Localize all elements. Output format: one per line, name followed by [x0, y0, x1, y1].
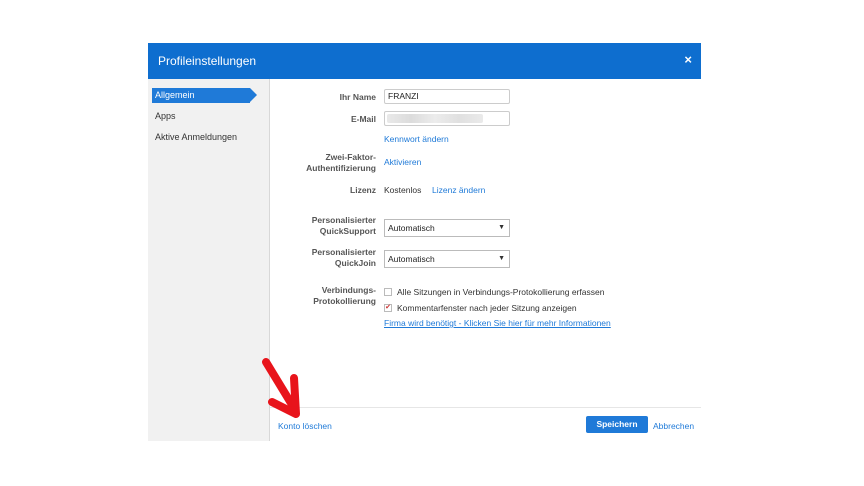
dialog-titlebar: Profileinstellungen ×: [148, 43, 701, 79]
quickjoin-select[interactable]: Automatisch ▼: [384, 250, 510, 268]
company-required-link[interactable]: Firma wird benötigt - Klicken Sie hier f…: [384, 318, 611, 328]
footer-divider: [270, 407, 701, 408]
license-label: Lizenz: [350, 185, 376, 195]
log-all-sessions-label: Alle Sitzungen in Verbindungs-Protokolli…: [397, 287, 605, 297]
dropdown-arrow-icon: ▼: [498, 224, 505, 231]
log-all-sessions-checkbox[interactable]: [384, 288, 392, 296]
license-value: Kostenlos: [384, 185, 422, 195]
quickjoin-select-value: Automatisch: [388, 254, 435, 264]
twofactor-label-line1: Zwei-Faktor-: [325, 152, 376, 162]
quicksupport-label: Personalisierter QuickSupport: [276, 215, 376, 237]
connection-log-label-line2: Protokollierung: [313, 296, 376, 306]
quickjoin-label: Personalisierter QuickJoin: [276, 247, 376, 269]
change-license-link[interactable]: Lizenz ändern: [432, 185, 485, 195]
quicksupport-label-line1: Personalisierter: [311, 215, 376, 225]
save-button[interactable]: Speichern: [586, 416, 648, 433]
arrow-icon: [262, 358, 300, 418]
dropdown-arrow-icon: ▼: [498, 255, 505, 262]
twofactor-label-line2: Authentifizierung: [306, 163, 376, 173]
sidebar: Allgemein Apps Aktive Anmeldungen: [148, 79, 270, 441]
close-icon[interactable]: ×: [684, 52, 692, 67]
connection-log-label: Verbindungs- Protokollierung: [276, 285, 376, 307]
quicksupport-label-line2: QuickSupport: [319, 226, 376, 236]
quickjoin-label-line2: QuickJoin: [334, 258, 376, 268]
email-blurred-value: [387, 114, 483, 123]
profile-settings-dialog: Profileinstellungen × Allgemein Apps Akt…: [148, 43, 701, 441]
sidebar-item-aktive-anmeldungen[interactable]: Aktive Anmeldungen: [152, 130, 237, 145]
quicksupport-select[interactable]: Automatisch ▼: [384, 219, 510, 237]
change-password-link[interactable]: Kennwort ändern: [384, 134, 449, 144]
quicksupport-select-value: Automatisch: [388, 223, 435, 233]
email-label: E-Mail: [350, 114, 376, 124]
activate-2fa-link[interactable]: Aktivieren: [384, 157, 421, 167]
comment-window-checkbox[interactable]: ✔: [384, 304, 392, 312]
red-arrow-annotation: [262, 358, 300, 418]
name-label: Ihr Name: [339, 92, 376, 102]
sidebar-item-apps[interactable]: Apps: [152, 109, 176, 124]
name-input[interactable]: FRANZI: [384, 89, 510, 104]
quickjoin-label-line1: Personalisierter: [311, 247, 376, 257]
comment-window-label: Kommentarfenster nach jeder Sitzung anze…: [397, 303, 577, 313]
sidebar-item-allgemein[interactable]: Allgemein: [152, 88, 257, 103]
twofactor-label: Zwei-Faktor- Authentifizierung: [276, 152, 376, 174]
cancel-link[interactable]: Abbrechen: [653, 421, 694, 431]
delete-account-link[interactable]: Konto löschen: [278, 421, 332, 431]
connection-log-label-line1: Verbindungs-: [321, 285, 376, 295]
email-field[interactable]: [384, 111, 510, 126]
dialog-title: Profileinstellungen: [158, 54, 257, 68]
